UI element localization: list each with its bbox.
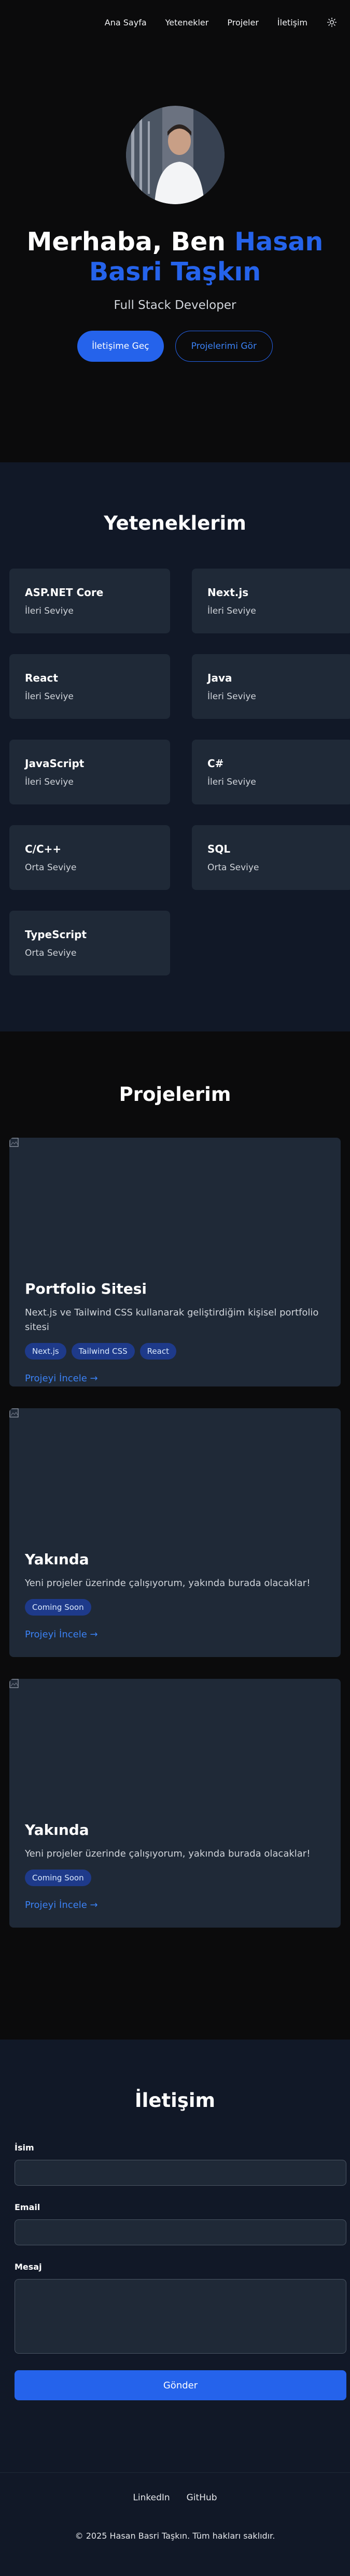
github-link[interactable]: GitHub	[187, 2493, 217, 2503]
skill-card: C# İleri Seviye	[192, 740, 350, 804]
project-tag: Coming Soon	[25, 1870, 91, 1886]
skill-name: C#	[207, 757, 224, 770]
skills-section: Yeteneklerim ASP.NET Core İleri Seviye Ne…	[0, 462, 350, 1031]
project-tag: React	[139, 1343, 176, 1360]
footer: LinkedIn GitHub © 2025 Hasan Basri Taşkı…	[0, 2472, 350, 2576]
contact-section: İletişim İsim Email Mesaj Gönder	[0, 2040, 350, 2472]
nav-link-home[interactable]: Ana Sayfa	[105, 18, 147, 27]
skill-level: İleri Seviye	[25, 777, 74, 787]
sun-icon[interactable]	[326, 17, 338, 28]
nav-link-projects[interactable]: Projeler	[227, 18, 259, 27]
contact-form: İsim Email Mesaj Gönder	[15, 2143, 346, 2400]
contact-title: İletişim	[134, 2089, 216, 2112]
project-description: Next.js ve Tailwind CSS kullanarak geliş…	[25, 1307, 319, 1333]
skill-card: JavaScript İleri Seviye	[9, 740, 170, 804]
skill-card: ASP.NET Core İleri Seviye	[9, 569, 170, 633]
skill-name: TypeScript	[25, 928, 87, 941]
skill-card: C/C++ Orta Seviye	[9, 825, 170, 890]
project-link[interactable]: Projeyi İncele →	[25, 1629, 98, 1640]
hero-section: Merhaba, Ben Hasan Basri Taşkın Full Sta…	[0, 45, 350, 462]
top-nav: Ana Sayfa Yetenekler Projeler İletişim	[0, 0, 350, 45]
email-field[interactable]	[15, 2219, 346, 2245]
nav-link-contact[interactable]: İletişim	[277, 18, 307, 27]
name-field[interactable]	[15, 2160, 346, 2186]
submit-button[interactable]: Gönder	[15, 2370, 346, 2400]
skill-name: React	[25, 672, 58, 684]
skill-name: Next.js	[207, 586, 249, 599]
hero-role: Full Stack Developer	[114, 299, 236, 312]
project-description: Yeni projeler üzerinde çalışıyorum, yakı…	[25, 1578, 311, 1589]
email-label: Email	[15, 2202, 40, 2212]
hero-greeting: Merhaba, Ben	[26, 227, 235, 257]
skill-name: ASP.NET Core	[25, 586, 104, 599]
skill-level: Orta Seviye	[25, 862, 77, 873]
copyright: © 2025 Hasan Basri Taşkın. Tüm hakları s…	[75, 2531, 275, 2541]
skill-level: Orta Seviye	[25, 948, 77, 958]
skill-name: C/C++	[25, 843, 62, 855]
skill-card: Java İleri Seviye	[192, 654, 350, 719]
project-tag: Tailwind CSS	[71, 1343, 135, 1360]
project-tag: Next.js	[25, 1343, 66, 1360]
message-field[interactable]	[15, 2279, 346, 2354]
view-projects-button[interactable]: Projelerimi Gör	[175, 331, 273, 362]
skill-card: SQL Orta Seviye	[192, 825, 350, 890]
broken-image-icon	[9, 1138, 19, 1147]
linkedin-link[interactable]: LinkedIn	[133, 2493, 170, 2503]
skill-level: İleri Seviye	[207, 606, 256, 616]
hero-heading: Merhaba, Ben Hasan Basri Taşkın	[20, 227, 331, 287]
project-title: Yakında	[25, 1821, 89, 1838]
skill-level: Orta Seviye	[207, 862, 259, 873]
project-link[interactable]: Projeyi İncele →	[25, 1373, 98, 1384]
project-title: Yakında	[25, 1551, 89, 1568]
project-card: Portfolio Sitesi Next.js ve Tailwind CSS…	[9, 1138, 341, 1386]
name-label: İsim	[15, 2143, 34, 2153]
avatar	[125, 106, 225, 204]
skill-card: Next.js İleri Seviye	[192, 569, 350, 633]
skill-level: İleri Seviye	[25, 691, 74, 702]
broken-image-icon	[9, 1408, 19, 1418]
skill-level: İleri Seviye	[207, 777, 256, 787]
nav-link-skills[interactable]: Yetenekler	[165, 18, 209, 27]
contact-button[interactable]: İletişime Geç	[77, 331, 164, 362]
skill-card: React İleri Seviye	[9, 654, 170, 719]
skill-name: JavaScript	[25, 757, 85, 770]
project-card: Yakında Yeni projeler üzerinde çalışıyor…	[9, 1679, 341, 1928]
project-description: Yeni projeler üzerinde çalışıyorum, yakı…	[25, 1848, 311, 1859]
skill-level: İleri Seviye	[25, 606, 74, 616]
project-title: Portfolio Sitesi	[25, 1280, 147, 1297]
skill-name: SQL	[207, 843, 231, 855]
skill-name: Java	[207, 672, 232, 684]
projects-title: Projelerim	[119, 1083, 231, 1106]
project-tag: Coming Soon	[25, 1599, 91, 1616]
broken-image-icon	[9, 1679, 19, 1688]
project-card: Yakında Yeni projeler üzerinde çalışıyor…	[9, 1408, 341, 1657]
projects-section: Projelerim Portfolio Sitesi Next.js ve T…	[0, 1031, 350, 2040]
message-label: Mesaj	[15, 2262, 42, 2272]
skill-level: İleri Seviye	[207, 691, 256, 702]
project-link[interactable]: Projeyi İncele →	[25, 1900, 98, 1910]
skill-card: TypeScript Orta Seviye	[9, 911, 170, 975]
skills-title: Yeteneklerim	[104, 512, 246, 534]
